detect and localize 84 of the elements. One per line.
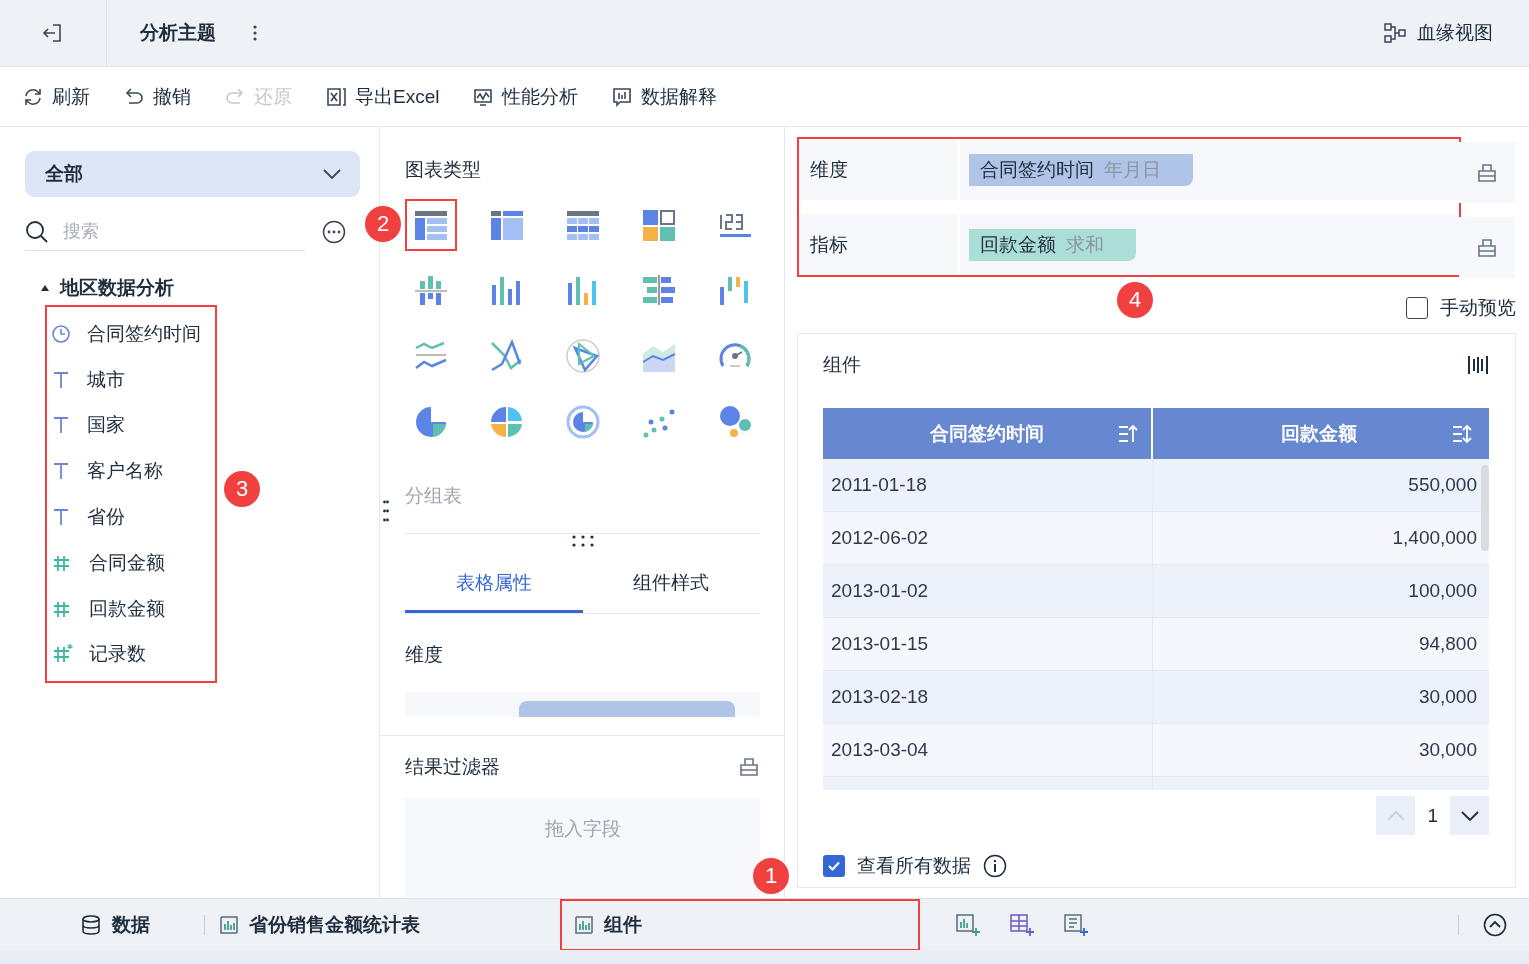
table-cell: 2013-02-18 — [823, 671, 1153, 723]
collapse-icon[interactable] — [1483, 912, 1507, 937]
text-icon — [51, 415, 71, 436]
checkbox-label: 查看所有数据 — [857, 854, 971, 878]
table-cell-text: 30,000 — [1417, 738, 1478, 762]
expand-caret-icon[interactable] — [40, 283, 50, 293]
bubble-chart-icon — [717, 403, 753, 440]
add-chart-icon[interactable] — [955, 912, 981, 937]
next-page-button[interactable] — [1450, 796, 1489, 835]
barcode-icon[interactable] — [1467, 354, 1489, 376]
chart-type-option[interactable] — [405, 199, 457, 251]
radar-chart-icon — [565, 338, 601, 374]
toolbar-button[interactable]: 数据解释 — [611, 83, 718, 110]
chart-type-name: 分组表 — [405, 484, 463, 508]
folder-label[interactable]: 地区数据分析 — [60, 275, 174, 301]
ring-chart-icon — [565, 403, 601, 440]
field-item[interactable]: 客户名称 — [47, 448, 215, 495]
text-icon — [51, 369, 71, 390]
card-title: 组件 — [823, 353, 861, 377]
field-item[interactable]: 合同签约时间 — [47, 311, 215, 357]
scope-dropdown[interactable]: 全部 — [25, 151, 360, 197]
table-cell-text: 550,000 — [1407, 473, 1478, 497]
toolbar-button[interactable]: 撤销 — [123, 83, 191, 110]
table-cell: 2012-06-02 — [823, 512, 1153, 564]
tab[interactable]: 组件样式 — [582, 556, 760, 613]
page-title: 分析主题 — [140, 21, 216, 45]
chat-icon — [611, 85, 634, 108]
column-header[interactable]: 回款金额 — [1153, 408, 1485, 459]
field-item[interactable]: 记录数 — [47, 631, 215, 678]
clock-icon — [51, 323, 71, 344]
section-title: 结果过滤器 — [405, 754, 500, 779]
table-cell-text: 100,000 — [1407, 579, 1478, 603]
toolbar-button[interactable]: 导出Excel — [325, 83, 440, 110]
chevron-down-icon — [1459, 809, 1480, 822]
page-number: 1 — [1427, 804, 1438, 827]
more-icon[interactable] — [322, 220, 346, 244]
checkbox-label: 手动预览 — [1440, 296, 1516, 320]
table-cell-text: 94,800 — [1417, 632, 1478, 656]
more-icon[interactable] — [252, 24, 258, 42]
bar-chart-icon — [574, 914, 594, 935]
field-pill[interactable] — [519, 700, 735, 717]
bottom-tab[interactable]: 数据 — [66, 898, 164, 951]
caret-icon — [322, 168, 342, 180]
table-cell-text: 1,400,000 — [1391, 526, 1478, 550]
table-cell: 2013-01-02 — [823, 565, 1153, 617]
resize-handle-icon[interactable] — [383, 499, 389, 523]
add-text-icon[interactable] — [1063, 912, 1089, 937]
bottom-tab[interactable]: 省份销售金额统计表 — [205, 898, 434, 951]
checkbox[interactable] — [1406, 297, 1428, 319]
field-item[interactable]: 回款金额 — [47, 585, 215, 632]
field-pill[interactable]: 合同签约时间 年月日 — [969, 153, 1193, 186]
field-item[interactable]: 省份 — [47, 494, 215, 540]
scrollbar-thumb[interactable] — [1481, 465, 1489, 551]
field-label: 维度 — [799, 139, 957, 200]
field-item[interactable]: 合同金额 — [47, 540, 215, 586]
search-icon — [25, 219, 49, 244]
checkbox[interactable] — [823, 855, 845, 877]
export-icon — [325, 85, 347, 108]
table-cell: 2011-01-18 — [823, 459, 1153, 511]
tiles-icon — [641, 207, 677, 243]
bar-chart-icon — [219, 914, 239, 935]
field-label: 指标 — [799, 214, 957, 275]
info-icon[interactable] — [983, 854, 1007, 878]
field-pill[interactable]: 回款金额 求和 — [969, 228, 1136, 261]
section-title: 图表类型 — [405, 158, 482, 182]
lineage-icon — [1383, 22, 1407, 44]
toolbar-button[interactable]: 刷新 — [22, 83, 90, 110]
drag-handle-icon[interactable] — [570, 534, 595, 548]
section-title: 维度 — [405, 643, 444, 667]
field-item[interactable]: 城市 — [47, 356, 215, 403]
table-cell: 2013-03-04 — [823, 724, 1153, 776]
sort-icon[interactable] — [1117, 423, 1139, 445]
table-cell-text: 30,000 — [1417, 685, 1478, 709]
chevron-up-icon — [1385, 809, 1406, 822]
sort-icon[interactable] — [1451, 423, 1473, 445]
lineage-button[interactable]: 血缘视图 — [1377, 19, 1499, 47]
text-icon — [51, 461, 71, 482]
tab[interactable]: 表格属性 — [405, 556, 583, 613]
toolbar-button[interactable]: 性能分析 — [472, 83, 579, 110]
table-cell: 2013-01-15 — [823, 618, 1153, 670]
add-table-icon[interactable] — [1009, 912, 1035, 937]
text-icon — [51, 507, 71, 528]
database-icon — [80, 913, 102, 936]
field-item[interactable]: 国家 — [47, 402, 215, 449]
